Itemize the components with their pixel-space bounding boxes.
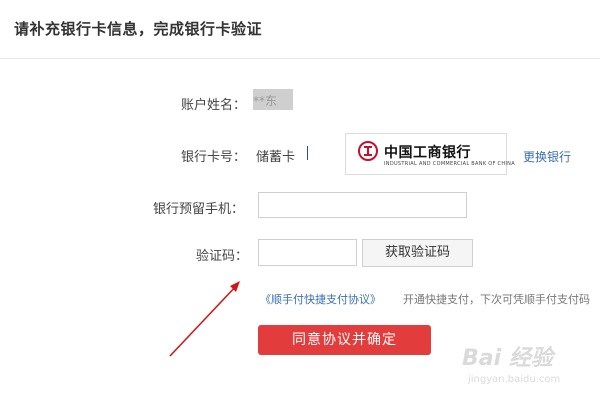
bank-name-english: INDUSTRIAL AND COMMERCIAL BANK OF CHINA [384,161,515,167]
bank-verification-page: 请补充银行卡信息，完成银行卡验证 账户姓名： **东 银行卡号： 储蓄卡 中国工… [0,0,600,400]
get-code-button[interactable]: 获取验证码 [362,239,473,267]
verification-code-input[interactable] [258,239,357,266]
verification-code-label: 验证码： [196,249,249,264]
watermark: Bai 经验 jingyan.baidu.com [462,340,592,395]
watermark-url: jingyan.baidu.com [468,374,561,385]
page-header: 请补充银行卡信息，完成银行卡验证 [0,0,600,59]
agree-submit-button[interactable]: 同意协议并确定 [258,325,431,355]
page-title: 请补充银行卡信息，完成银行卡验证 [14,20,263,38]
phone-label: 银行预留手机： [153,202,245,217]
bank-name: 中国工商银行 [384,145,471,161]
account-name-value: **东 [253,89,293,110]
card-number-label: 银行卡号： [181,150,247,165]
icbc-logo-icon [358,141,378,161]
annotation-arrow-icon [169,281,240,357]
agreement-link[interactable]: 《顺手付快捷支付协议》 [260,291,381,307]
agreement-note: 开通快捷支付，下次可凭顺手付支付码 [403,293,590,306]
bank-logo-box: 中国工商银行 INDUSTRIAL AND COMMERCIAL BANK OF… [345,133,515,175]
phone-input[interactable] [258,192,467,218]
account-name-label: 账户姓名： [181,98,247,113]
card-type: 储蓄卡 [256,150,296,165]
watermark-brand: Bai 经验 [462,346,553,371]
card-number-cursor [307,146,308,160]
account-name-text: **东 [253,94,278,108]
change-bank-link[interactable]: 更换银行 [523,148,571,165]
